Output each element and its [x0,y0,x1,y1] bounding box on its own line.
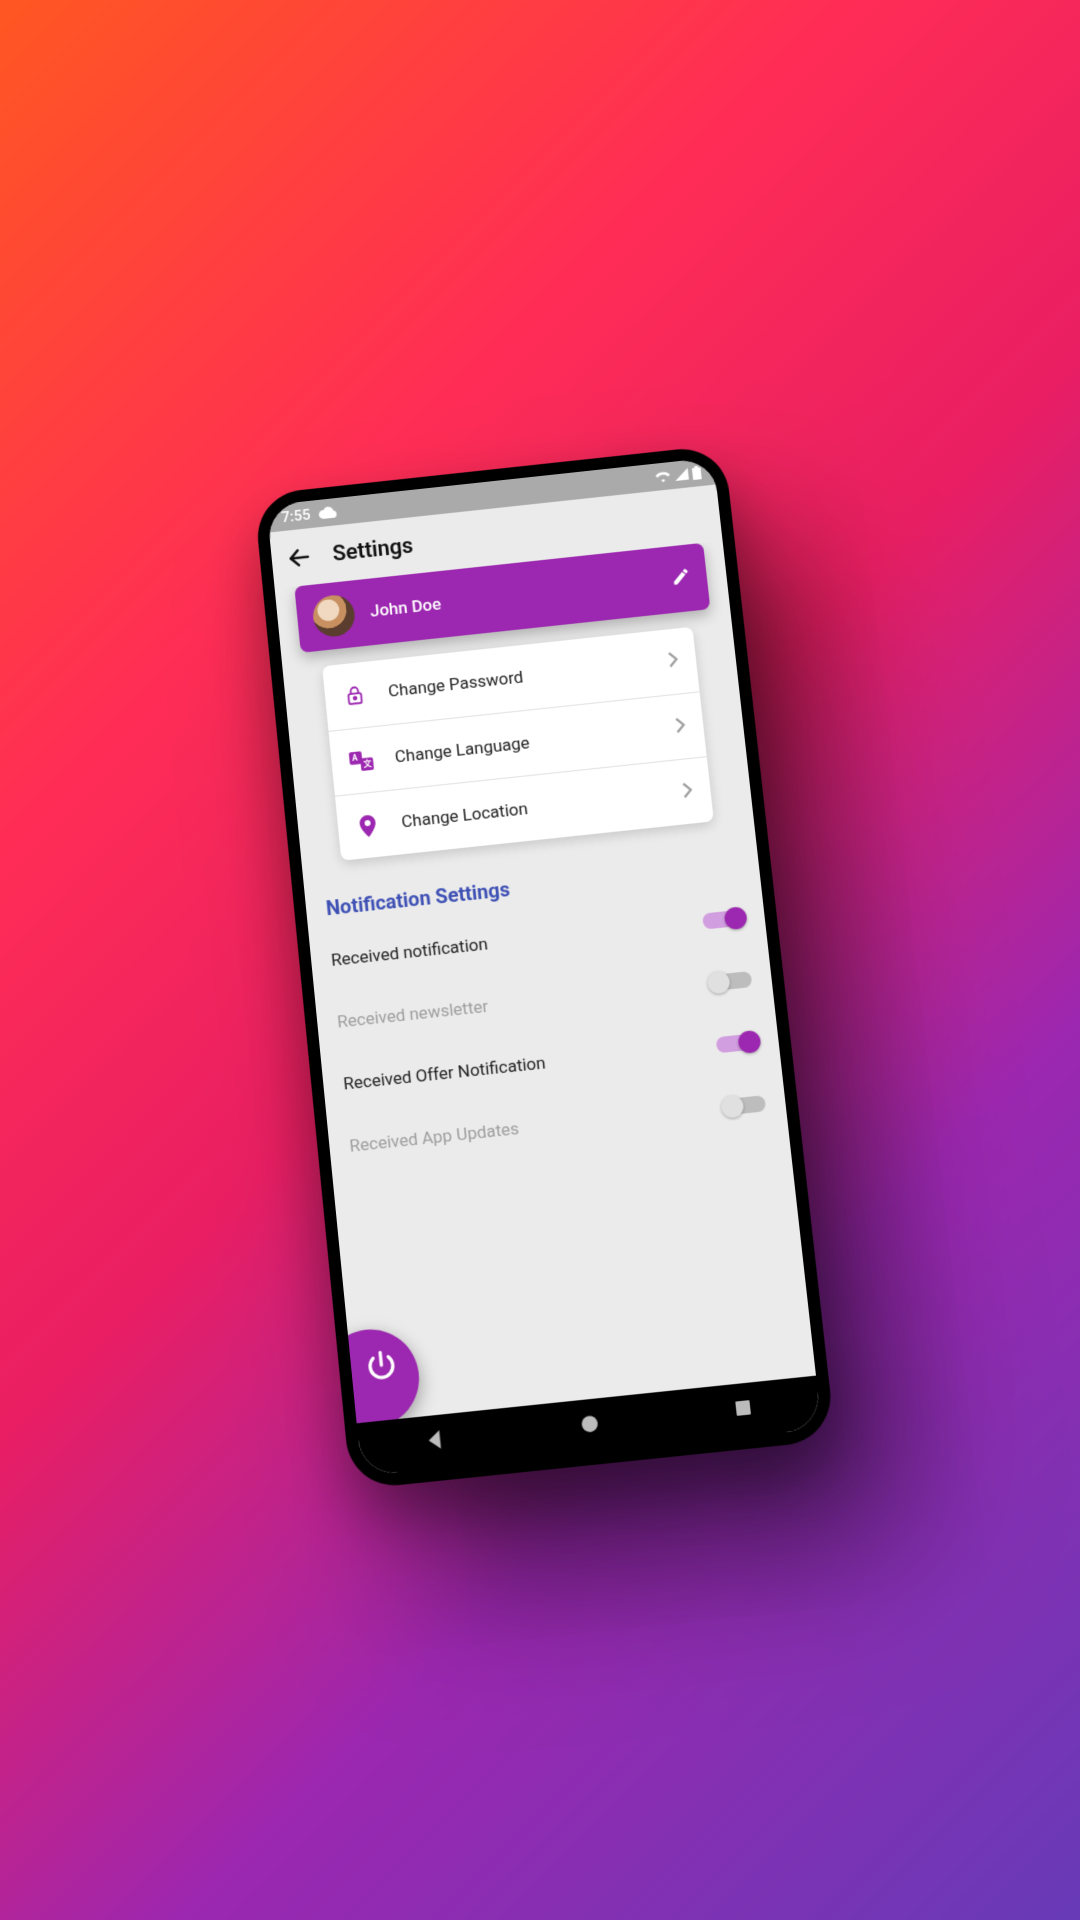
account-actions-list: Change Password A文 Change Language [322,627,714,861]
status-time: 7:55 [281,506,312,527]
power-icon [365,1348,399,1386]
phone-frame: 7:55 [254,444,836,1490]
nav-home-button[interactable] [580,1414,601,1438]
toggle-received-offer: Received Offer Notification [340,1010,761,1116]
toggle-label: Received Offer Notification [343,1053,547,1094]
translate-icon: A文 [349,750,375,772]
nav-back-button[interactable] [426,1430,446,1454]
switch[interactable] [702,909,746,929]
notification-toggles: Received notification Received newslette… [328,886,769,1177]
cloud-icon [318,506,337,520]
power-fab[interactable] [318,1325,424,1424]
chevron-right-icon [674,716,686,737]
pencil-icon [670,566,692,588]
back-button[interactable] [280,538,319,577]
switch[interactable] [722,1095,766,1115]
profile-name: John Doe [369,595,442,622]
signal-icon [674,468,689,481]
switch[interactable] [709,971,753,991]
toggle-received-updates: Received App Updates [347,1072,769,1178]
moon-icon [679,503,705,529]
battery-icon [692,466,702,480]
toggle-label: Received newsletter [336,997,489,1033]
android-nav-bar [357,1376,822,1477]
switch[interactable] [716,1033,760,1053]
chevron-right-icon [682,781,694,802]
avatar [311,593,356,638]
content-area: John Doe Change Password [275,541,816,1424]
action-label: Change Location [400,799,528,832]
lock-icon [342,683,368,707]
toggle-label: Received App Updates [349,1119,520,1157]
wifi-icon [654,470,671,483]
action-label: Change Password [387,668,524,702]
action-label: Change Language [394,733,531,767]
location-icon [355,813,381,837]
edit-profile-button[interactable] [670,566,692,591]
theme-toggle-button[interactable] [672,496,711,535]
arrow-left-icon [285,544,313,572]
page-title: Settings [331,533,414,566]
toggle-label: Received notification [330,934,488,970]
chevron-right-icon [667,651,679,672]
phone-screen: 7:55 [267,457,823,1476]
nav-recent-button[interactable] [734,1399,752,1421]
